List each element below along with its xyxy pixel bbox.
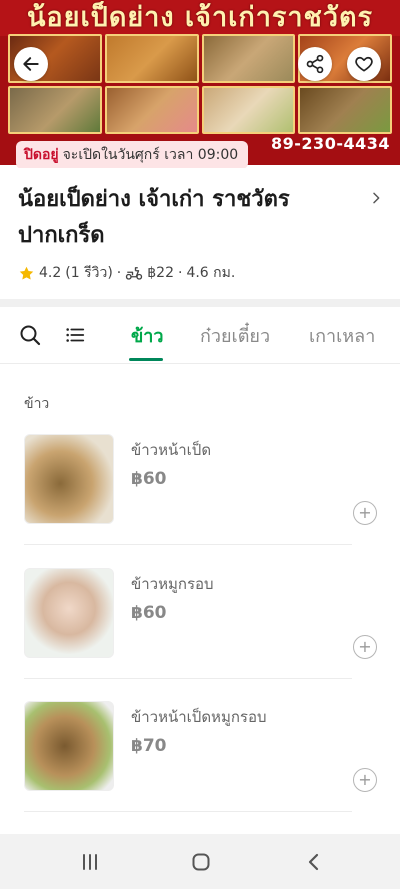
food-photo	[201, 34, 296, 83]
system-back-button[interactable]	[294, 850, 334, 874]
menu-section-title: ข้าว	[24, 396, 50, 412]
favorite-button[interactable]	[347, 47, 381, 81]
status-closed: ปิดอยู่	[24, 147, 59, 163]
menu-item-name: ข้าวหมูกรอบ	[131, 575, 214, 593]
menu-item-photo	[24, 568, 114, 658]
chevron-right-icon[interactable]	[368, 190, 384, 206]
menu-item-price: ฿70	[131, 736, 167, 756]
store-distance: 4.6 กม.	[186, 265, 236, 281]
home-button[interactable]	[181, 850, 221, 874]
food-photo	[298, 85, 392, 134]
item-divider	[24, 678, 352, 679]
star-icon	[19, 266, 34, 280]
menu-item[interactable]: ข้าวหน้าเป็ด ฿60 +	[0, 434, 400, 566]
section-divider	[0, 299, 400, 307]
item-divider	[24, 544, 352, 545]
back-icon	[308, 853, 319, 871]
heart-icon	[355, 56, 373, 72]
home-icon	[192, 853, 210, 871]
system-nav-bar	[0, 834, 400, 889]
meta-separator: ·	[116, 265, 122, 281]
tab-rice[interactable]: ข้าว	[131, 321, 164, 350]
menu-item[interactable]: ข้าวหมูกรอบ ฿60 +	[0, 568, 400, 700]
banner-phone: 89-230-4434	[271, 134, 390, 153]
tab-noodles[interactable]: ก๋วยเตี๋ยว	[200, 321, 270, 350]
add-icon[interactable]: +	[353, 635, 377, 659]
menu-item[interactable]: ข้าวหน้าเป็ดหมูกรอบ ฿70 +	[0, 701, 400, 833]
recent-apps-button[interactable]	[70, 850, 110, 874]
banner-photo-grid	[8, 34, 392, 134]
add-icon[interactable]: +	[353, 501, 377, 525]
status-opening-time: จะเปิดในวันศุกร์ เวลา 09:00	[62, 147, 239, 163]
active-tab-indicator	[129, 358, 163, 361]
store-review-count[interactable]: (1 รีวิว)	[65, 262, 113, 284]
store-info-card[interactable]: น้อยเป็ดย่าง เจ้าเก่า ราชวัตร ปากเกร็ด 4…	[0, 168, 400, 300]
share-icon	[306, 54, 324, 74]
tab-kaolao[interactable]: เกาเหลา	[309, 321, 375, 350]
food-photo	[104, 34, 199, 83]
menu-category-tabs: ข้าว ก๋วยเตี๋ยว เกาเหลา	[0, 307, 400, 364]
share-button[interactable]	[298, 47, 332, 81]
delivery-scooter-icon	[126, 267, 143, 280]
menu-item-photo	[24, 434, 114, 524]
add-icon[interactable]: +	[353, 768, 377, 792]
menu-item-name: ข้าวหน้าเป็ด	[131, 441, 212, 459]
banner-title: น้อยเป็ดย่าง เจ้าเก่าราชวัตร	[0, 0, 400, 36]
delivery-fee: ฿22	[147, 265, 174, 281]
meta-separator: ·	[177, 265, 183, 281]
menu-item-price: ฿60	[131, 603, 167, 623]
list-icon[interactable]	[64, 324, 86, 346]
menu-item-price: ฿60	[131, 469, 167, 489]
recent-apps-icon	[83, 854, 97, 870]
store-rating: 4.2	[39, 265, 62, 281]
item-divider	[24, 811, 352, 812]
back-arrow-icon	[23, 57, 39, 71]
back-button[interactable]	[14, 47, 48, 81]
store-name: น้อยเป็ดย่าง เจ้าเก่า ราชวัตร ปากเกร็ด	[18, 187, 290, 248]
menu-item-name: ข้าวหน้าเป็ดหมูกรอบ	[131, 708, 267, 726]
food-photo	[104, 85, 199, 134]
menu-item-photo	[24, 701, 114, 791]
store-status-badge: ปิดอยู่ จะเปิดในวันศุกร์ เวลา 09:00	[16, 141, 249, 169]
food-photo	[201, 85, 296, 134]
search-icon[interactable]	[18, 323, 42, 347]
store-meta: 4.2 (1 รีวิว) · ฿22 · 4.6 กม.	[18, 262, 235, 284]
food-photo	[8, 85, 102, 134]
